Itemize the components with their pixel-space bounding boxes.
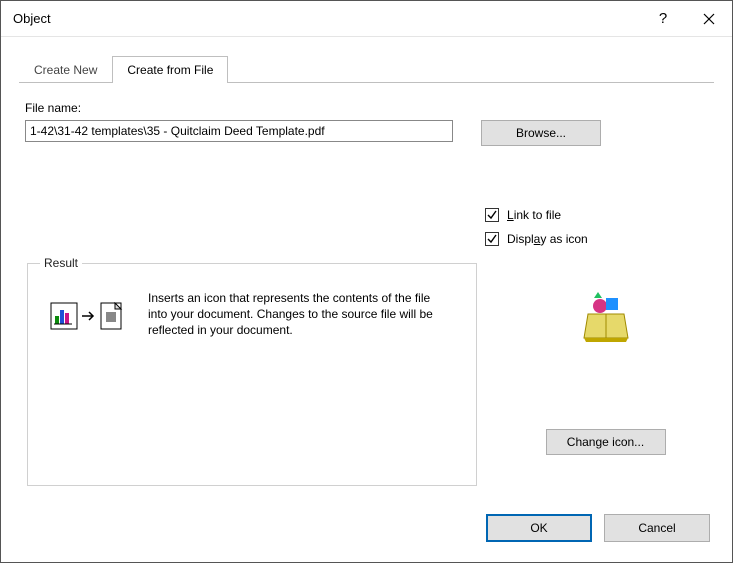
tab-create-new[interactable]: Create New bbox=[19, 56, 112, 83]
arrow-right-icon bbox=[80, 308, 96, 324]
document-icon bbox=[98, 302, 126, 330]
browse-button[interactable]: Browse... bbox=[481, 120, 601, 146]
result-groupbox: Result bbox=[27, 256, 477, 486]
checkbox-box bbox=[485, 208, 499, 222]
package-icon bbox=[582, 292, 630, 345]
close-icon bbox=[703, 13, 715, 25]
checkbox-label: Display as icon bbox=[507, 232, 588, 246]
dialog-title: Object bbox=[13, 11, 640, 26]
ok-button[interactable]: OK bbox=[486, 514, 592, 542]
close-button[interactable] bbox=[686, 1, 732, 37]
cancel-button[interactable]: Cancel bbox=[604, 514, 710, 542]
tab-strip: Create New Create from File bbox=[19, 55, 714, 83]
change-icon-button[interactable]: Change icon... bbox=[546, 429, 666, 455]
dialog-footer: OK Cancel bbox=[1, 500, 732, 558]
tab-create-from-file[interactable]: Create from File bbox=[112, 56, 228, 83]
checkbox-display-as-icon[interactable]: Display as icon bbox=[485, 232, 708, 246]
check-icon bbox=[487, 210, 497, 220]
file-name-input[interactable] bbox=[25, 120, 453, 142]
checkbox-box bbox=[485, 232, 499, 246]
checkbox-label: Link to file bbox=[507, 208, 561, 222]
result-illustration bbox=[50, 294, 126, 339]
file-name-label: File name: bbox=[25, 101, 708, 115]
result-legend: Result bbox=[40, 256, 82, 270]
document-chart-icon bbox=[50, 302, 78, 330]
title-bar: Object ? bbox=[1, 1, 732, 37]
help-button[interactable]: ? bbox=[640, 1, 686, 37]
result-description: Inserts an icon that represents the cont… bbox=[148, 290, 448, 339]
checkbox-link-to-file[interactable]: Link to file bbox=[485, 208, 708, 222]
check-icon bbox=[487, 234, 497, 244]
